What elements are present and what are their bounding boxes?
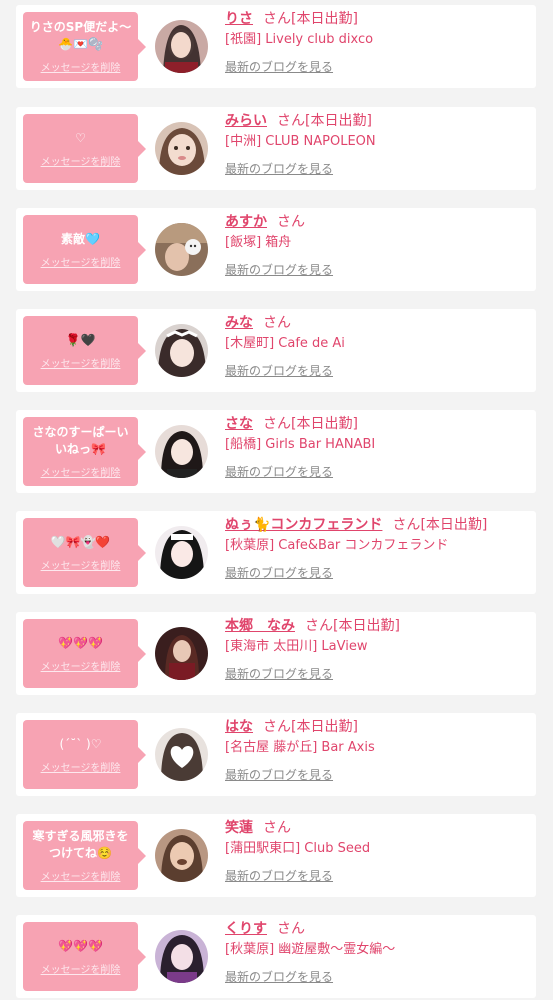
cast-name-link[interactable]: あすか xyxy=(225,214,267,230)
name-suffix: さん xyxy=(263,719,291,735)
message-text: 🌹🖤 xyxy=(65,332,96,347)
shop-info: [船橋] Girls Bar HANABI xyxy=(225,437,376,452)
name-suffix: さん xyxy=(263,11,291,27)
delete-message-link[interactable]: メッセージを削除 xyxy=(41,759,121,774)
avatar[interactable] xyxy=(155,20,208,73)
message-bubble: 💖💖💖 メッセージを削除 xyxy=(23,922,146,991)
avatar[interactable] xyxy=(155,324,208,377)
name-suffix: さん xyxy=(277,214,305,230)
message-text: さなのすーぱーいいねっ🎀 xyxy=(32,425,129,456)
avatar[interactable] xyxy=(155,122,208,175)
avatar[interactable] xyxy=(155,627,208,680)
cast-name: 笑蓮 xyxy=(225,820,253,836)
blog-link[interactable]: 最新のブログを見る xyxy=(225,59,333,75)
name-suffix: さん xyxy=(392,517,421,533)
message-text: 寒すぎる風邪きをつけてね☺️ xyxy=(32,829,129,860)
cast-name-link[interactable]: 本郷 なみ xyxy=(225,618,295,634)
cast-name-link[interactable]: みな xyxy=(225,315,253,331)
shop-info: [木屋町] Cafe de Ai xyxy=(225,336,345,351)
delete-message-link[interactable]: メッセージを削除 xyxy=(41,658,121,673)
cast-name-link[interactable]: くりす xyxy=(225,921,267,937)
shop-info: [蒲田駅東口] Club Seed xyxy=(225,841,371,856)
name-suffix: さん xyxy=(305,618,333,634)
cast-name-link[interactable]: さな xyxy=(225,416,253,432)
blog-link[interactable]: 最新のブログを見る xyxy=(225,767,333,783)
delete-message-link[interactable]: メッセージを削除 xyxy=(41,59,121,74)
message-bubble: (ˊ˘ˋ )♡ メッセージを削除 xyxy=(23,720,146,789)
status-badge: [本日出勤] xyxy=(420,517,488,533)
status-badge: [本日出勤] xyxy=(291,416,358,432)
delete-message-link[interactable]: メッセージを削除 xyxy=(41,355,121,370)
message-bubble: 🤍🎀👻❤️ メッセージを削除 xyxy=(23,518,146,587)
shop-info: [飯塚] 箱舟 xyxy=(225,235,292,250)
cast-name-link[interactable]: ぬぅ🐈コンカフェランド xyxy=(225,517,382,533)
shop-info: [名古屋 藤が丘] Bar Axis xyxy=(225,740,375,755)
blog-link[interactable]: 最新のブログを見る xyxy=(225,464,333,480)
avatar[interactable] xyxy=(155,223,208,276)
avatar[interactable] xyxy=(155,829,208,882)
shop-info: [祇園] Lively club dixco xyxy=(225,32,374,47)
message-bubble: 💖💖💖 メッセージを削除 xyxy=(23,619,146,688)
delete-message-link[interactable]: メッセージを削除 xyxy=(41,868,121,883)
message-text: ♡ xyxy=(75,130,86,145)
list-item: 🌹🖤 メッセージを削除 みな さん [木屋町] Cafe de Ai 最新のブログ… xyxy=(16,309,536,392)
shop-info: [秋葉原] 幽遊屋敷〜霊女編〜 xyxy=(225,942,396,957)
avatar[interactable] xyxy=(155,930,208,983)
delete-message-link[interactable]: メッセージを削除 xyxy=(41,153,121,168)
delete-message-link[interactable]: メッセージを削除 xyxy=(41,254,121,269)
shop-info: [東海市 太田川] LaView xyxy=(225,639,368,654)
message-text: 素敵🩵 xyxy=(61,231,100,246)
list-item: 🤍🎀👻❤️ メッセージを削除 ぬぅ🐈コンカフェランド さん[本日出勤] [秋葉原]… xyxy=(16,511,536,594)
cast-name-link[interactable]: みらい xyxy=(225,113,267,129)
list-item: (ˊ˘ˋ )♡ メッセージを削除 はな さん[本日出勤] [名古屋 藤が丘] Ba… xyxy=(16,713,536,796)
message-bubble: 🌹🖤 メッセージを削除 xyxy=(23,316,146,385)
name-suffix: さん xyxy=(263,820,291,836)
message-bubble: 素敵🩵 メッセージを削除 xyxy=(23,215,146,284)
status-badge: [本日出勤] xyxy=(291,11,358,27)
message-text: (ˊ˘ˋ )♡ xyxy=(59,736,102,751)
name-suffix: さん xyxy=(263,416,291,432)
avatar[interactable] xyxy=(155,728,208,781)
message-bubble: さなのすーぱーいいねっ🎀 メッセージを削除 xyxy=(23,417,146,486)
cast-name-link[interactable]: はな xyxy=(225,719,253,735)
list-item: さなのすーぱーいいねっ🎀 メッセージを削除 さな さん[本日出勤] [船橋] Gi… xyxy=(16,410,536,493)
status-badge: [本日出勤] xyxy=(291,719,358,735)
delete-message-link[interactable]: メッセージを削除 xyxy=(41,557,121,572)
list-item: 💖💖💖 メッセージを削除 本郷 なみ さん[本日出勤] [東海市 太田川] LaV… xyxy=(16,612,536,695)
message-bubble: ♡ メッセージを削除 xyxy=(23,114,146,183)
blog-link[interactable]: 最新のブログを見る xyxy=(225,868,333,884)
shop-info: [中洲] CLUB NAPOLEON xyxy=(225,134,376,149)
list-item: ♡ メッセージを削除 みらい さん[本日出勤] [中洲] CLUB NAPOLEO… xyxy=(16,107,536,190)
delete-message-link[interactable]: メッセージを削除 xyxy=(41,464,121,479)
message-bubble: 寒すぎる風邪きをつけてね☺️ メッセージを削除 xyxy=(23,821,146,890)
shop-info: [秋葉原] Cafe&Bar コンカフェランド xyxy=(225,538,449,553)
message-text: 🤍🎀👻❤️ xyxy=(50,534,111,549)
list-item: りさのSP便だよ〜🐣💌🫧 メッセージを削除 りさ さん[本日出勤] [祇園] Li… xyxy=(16,5,536,88)
list-item: 素敵🩵 メッセージを削除 あすか さん [飯塚] 箱舟 最新のブログを見る xyxy=(16,208,536,291)
blog-link[interactable]: 最新のブログを見る xyxy=(225,565,333,581)
message-text: 💖💖💖 xyxy=(58,635,103,650)
message-bubble: りさのSP便だよ〜🐣💌🫧 メッセージを削除 xyxy=(23,12,146,81)
message-text: りさのSP便だよ〜🐣💌🫧 xyxy=(29,20,132,51)
message-list: りさのSP便だよ〜🐣💌🫧 メッセージを削除 りさ さん[本日出勤] [祇園] Li… xyxy=(0,0,553,1000)
status-badge: [本日出勤] xyxy=(305,113,372,129)
name-suffix: さん xyxy=(277,113,305,129)
status-badge: [本日出勤] xyxy=(333,618,400,634)
list-item: 💖💖💖 メッセージを削除 くりす さん [秋葉原] 幽遊屋敷〜霊女編〜 最新のブロ… xyxy=(16,915,536,998)
message-text: 💖💖💖 xyxy=(58,938,103,953)
blog-link[interactable]: 最新のブログを見る xyxy=(225,363,333,379)
blog-link[interactable]: 最新のブログを見る xyxy=(225,161,333,177)
avatar[interactable] xyxy=(155,526,208,579)
delete-message-link[interactable]: メッセージを削除 xyxy=(41,961,121,976)
name-suffix: さん xyxy=(263,315,291,331)
cast-name-link[interactable]: りさ xyxy=(225,11,253,27)
avatar[interactable] xyxy=(155,425,208,478)
blog-link[interactable]: 最新のブログを見る xyxy=(225,262,333,278)
blog-link[interactable]: 最新のブログを見る xyxy=(225,666,333,682)
blog-link[interactable]: 最新のブログを見る xyxy=(225,969,333,985)
name-suffix: さん xyxy=(277,921,305,937)
list-item: 寒すぎる風邪きをつけてね☺️ メッセージを削除 笑蓮 さん [蒲田駅東口] Clu… xyxy=(16,814,536,897)
